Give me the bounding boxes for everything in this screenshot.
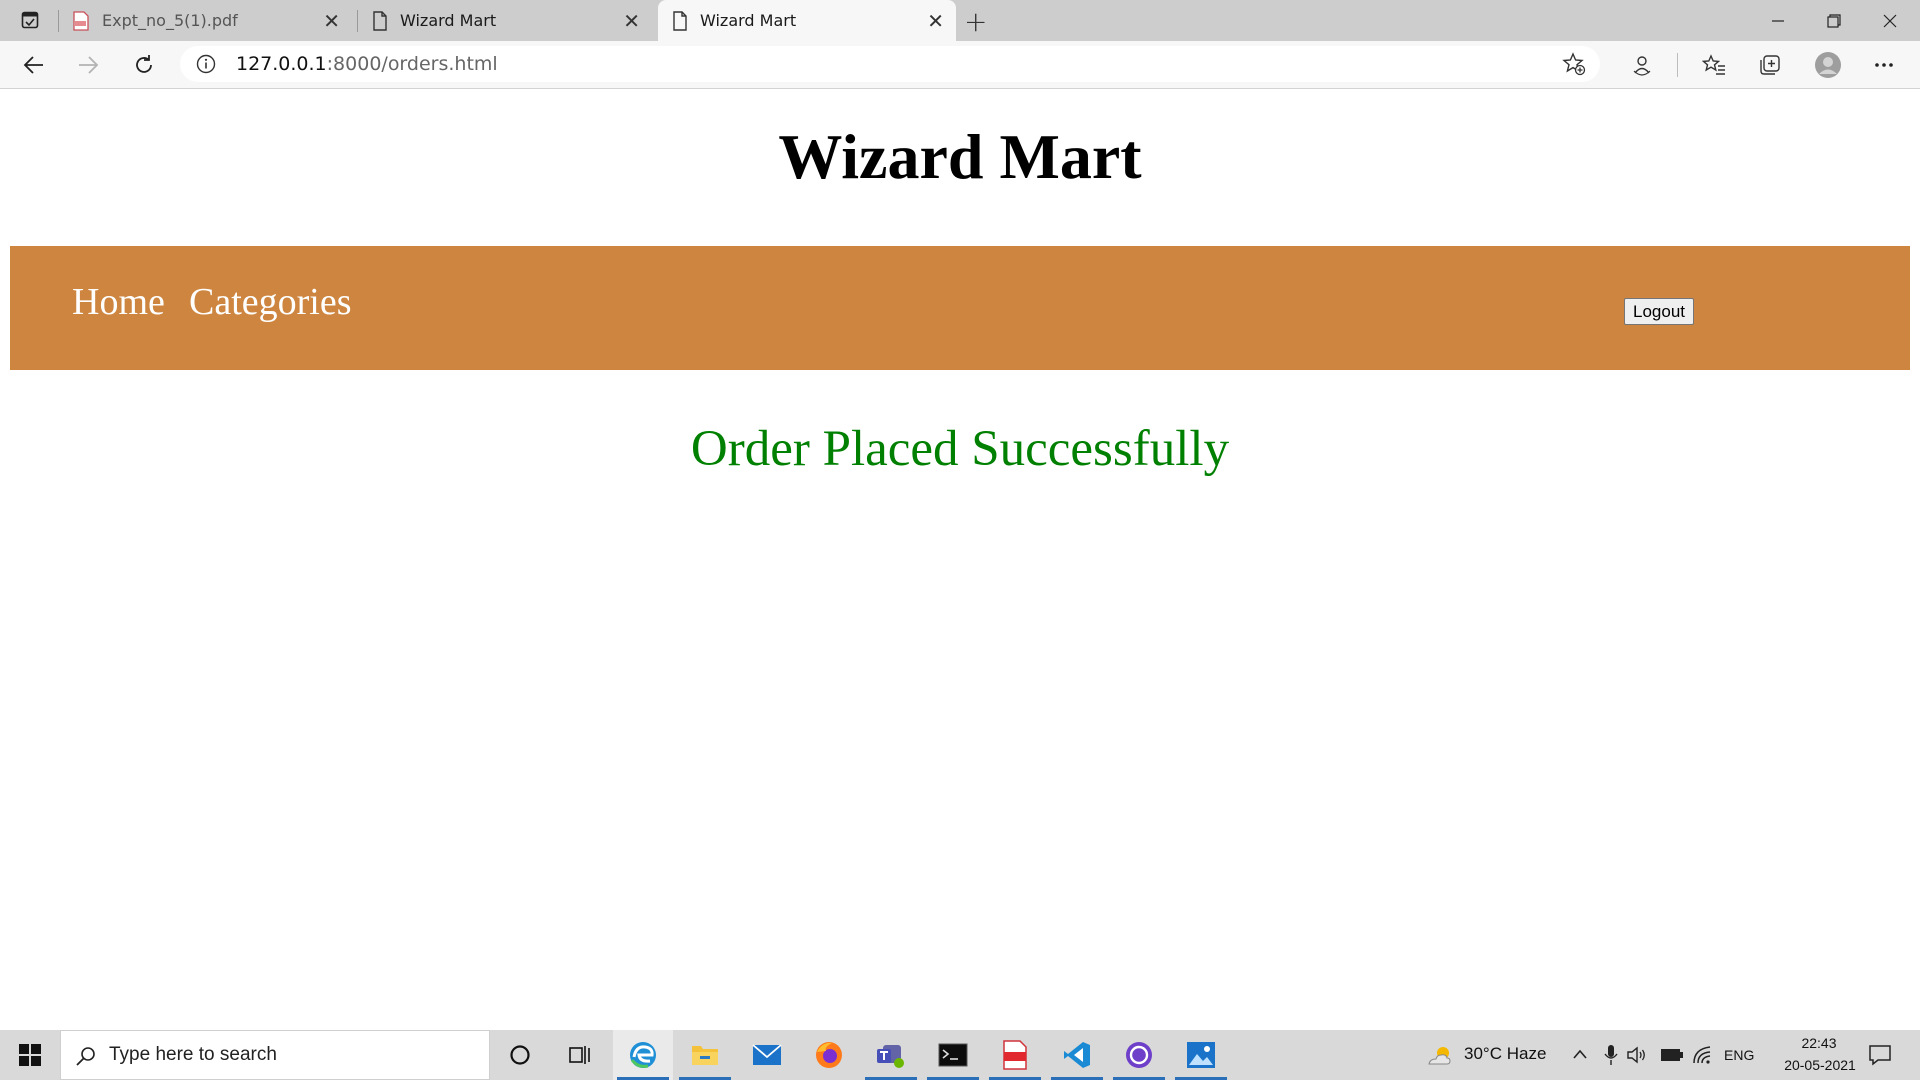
tab-close-icon[interactable]: ✕ [927,9,944,33]
toolbar-divider [1677,53,1678,77]
github-desktop-icon[interactable] [1109,1030,1169,1080]
windows-taskbar: Type here to search 30°C Haze ENG 22:43 … [0,1030,1920,1080]
tab-pdf[interactable]: Expt_no_5(1).pdf ✕ [62,0,352,41]
task-view-icon[interactable] [550,1030,610,1080]
browser-toolbar: 127.0.0.1:8000/orders.html [0,41,1920,89]
battery-icon[interactable] [1660,1048,1684,1062]
nav-home-link[interactable]: Home [72,280,165,324]
restore-icon[interactable] [1806,0,1862,41]
search-placeholder: Type here to search [109,1044,277,1065]
url-path: :8000/orders.html [326,53,498,75]
refresh-icon[interactable] [126,49,162,81]
windows-logo-icon [19,1044,41,1066]
browser-tab-strip: Expt_no_5(1).pdf ✕ Wizard Mart ✕ Wizard … [0,0,1920,41]
profile-avatar[interactable] [1810,49,1846,81]
tab-close-icon[interactable]: ✕ [323,9,340,33]
cortana-icon[interactable] [490,1030,550,1080]
notifications-icon[interactable] [1868,1043,1892,1067]
vscode-icon[interactable] [1047,1030,1107,1080]
info-icon[interactable] [196,54,216,74]
minimize-icon[interactable] [1750,0,1806,41]
favorites-icon[interactable] [1696,49,1732,81]
microphone-icon[interactable] [1604,1044,1618,1066]
back-icon[interactable] [16,49,52,81]
read-aloud-icon[interactable] [1624,49,1660,81]
tab-close-icon[interactable]: ✕ [623,9,640,33]
firefox-icon[interactable] [799,1030,859,1080]
add-favorite-icon[interactable] [1562,52,1586,76]
page-icon [373,10,387,31]
tab-wizard-mart-1[interactable]: Wizard Mart ✕ [362,0,652,41]
collections-icon[interactable] [1752,49,1788,81]
tab-actions-button[interactable] [10,6,50,34]
tab-actions-icon [21,11,39,29]
pdf-icon [73,10,89,31]
tab-title: Wizard Mart [400,11,497,30]
forward-icon[interactable] [70,49,106,81]
url-host: 127.0.0.1 [236,53,327,75]
teams-icon[interactable] [861,1030,921,1080]
tab-title: Wizard Mart [700,11,797,30]
url-text: 127.0.0.1:8000/orders.html [236,53,498,75]
weather-text[interactable]: 30°C Haze [1464,1044,1546,1064]
mail-icon[interactable] [737,1030,797,1080]
tab-wizard-mart-active[interactable]: Wizard Mart ✕ [658,0,956,41]
taskbar-search-box[interactable]: Type here to search [60,1030,490,1080]
nav-categories-link[interactable]: Categories [189,280,352,324]
address-bar[interactable]: 127.0.0.1:8000/orders.html [180,46,1600,82]
site-navbar: Home Categories Logout [10,246,1910,370]
wifi-icon[interactable] [1692,1045,1714,1065]
site-title: Wizard Mart [778,121,1142,192]
tab-separator [58,10,59,32]
terminal-icon[interactable] [923,1030,983,1080]
logout-button[interactable]: Logout [1624,298,1694,325]
edge-browser-icon[interactable] [613,1030,673,1080]
tab-title: Expt_no_5(1).pdf [102,11,238,30]
file-explorer-icon[interactable] [675,1030,735,1080]
volume-icon[interactable] [1626,1045,1648,1065]
page-icon [673,10,687,31]
start-button[interactable] [0,1030,60,1080]
clock-date[interactable]: 20-05-2021 [1766,1057,1874,1073]
order-success-message: Order Placed Successfully [690,421,1230,477]
input-language[interactable]: ENG [1724,1047,1754,1063]
pdf-reader-icon[interactable] [985,1030,1045,1080]
photos-icon[interactable] [1171,1030,1231,1080]
close-window-icon[interactable] [1862,0,1918,41]
weather-icon[interactable] [1426,1044,1454,1066]
more-options-icon[interactable] [1866,49,1902,81]
new-tab-icon[interactable]: + [964,5,987,38]
clock-time[interactable]: 22:43 [1790,1035,1848,1051]
tab-separator [357,10,358,32]
chevron-up-icon[interactable] [1572,1048,1588,1060]
search-icon [76,1047,95,1066]
